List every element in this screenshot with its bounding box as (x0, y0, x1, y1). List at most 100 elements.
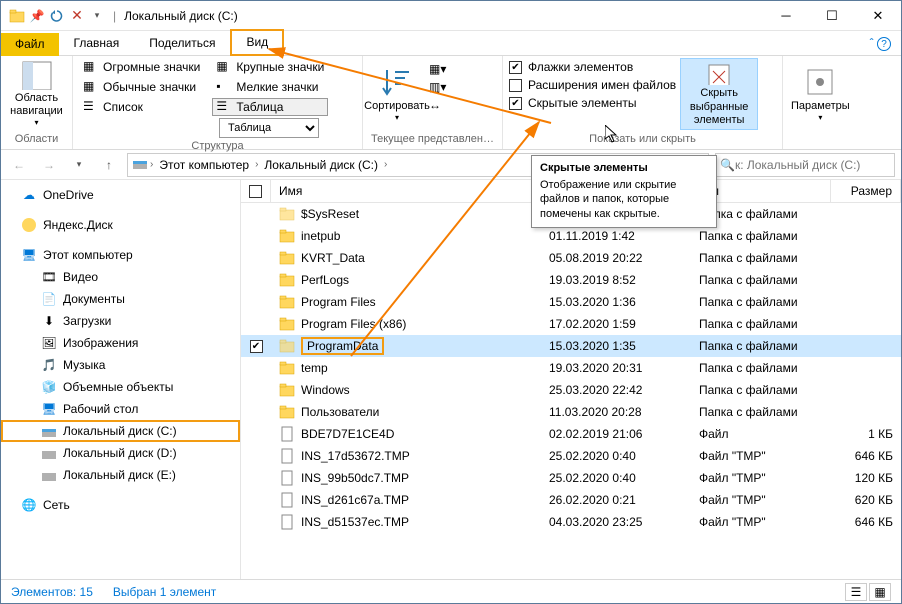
layout-details[interactable]: ☰Таблица (212, 98, 328, 116)
group-by-icon[interactable]: ▦▾ (429, 62, 446, 76)
close-button[interactable]: ✕ (855, 1, 901, 31)
file-date: 19.03.2020 20:31 (541, 359, 691, 377)
desktop-icon: 🖥 (41, 401, 57, 417)
icons-view-toggle[interactable]: ▦ (869, 583, 891, 601)
tab-file[interactable]: Файл (1, 33, 59, 56)
table-row[interactable]: temp 19.03.2020 20:31 Папка с файлами (241, 357, 901, 379)
tab-view[interactable]: Вид (230, 29, 284, 56)
recent-dropdown-icon[interactable]: ▾ (67, 153, 91, 177)
crumb-diskc[interactable]: Локальный диск (C:) (260, 156, 382, 174)
layout-list[interactable]: ☰Список (79, 98, 204, 116)
sidebar-desktop[interactable]: 🖥Рабочий стол (1, 398, 240, 420)
row-checkbox[interactable]: ✔ (250, 340, 263, 353)
details-icon: ☰ (216, 99, 232, 115)
disk-icon (132, 155, 148, 174)
table-row[interactable]: Пользователи 11.03.2020 20:28 Папка с фа… (241, 401, 901, 423)
details-view-toggle[interactable]: ☰ (845, 583, 867, 601)
minimize-button[interactable]: ─ (763, 1, 809, 31)
file-date: 26.02.2020 0:21 (541, 491, 691, 509)
sidebar-diske[interactable]: Локальный диск (E:) (1, 464, 240, 486)
sort-button[interactable]: Сортировать▾ (369, 58, 425, 130)
options-icon (804, 66, 836, 98)
file-type: Папка с файлами (691, 227, 831, 245)
table-row[interactable]: INS_d51537ec.TMP 04.03.2020 23:25 Файл "… (241, 511, 901, 533)
sidebar-diskc[interactable]: Локальный диск (C:) (1, 420, 240, 442)
table-row[interactable]: Program Files 15.03.2020 1:36 Папка с фа… (241, 291, 901, 313)
table-row[interactable]: inetpub 01.11.2019 1:42 Папка с файлами (241, 225, 901, 247)
search-box[interactable]: 🔍 (715, 153, 895, 177)
table-row[interactable]: INS_99b50dc7.TMP 25.02.2020 0:40 Файл "T… (241, 467, 901, 489)
navigation-pane-button[interactable]: Область навигации▾ (7, 58, 66, 130)
sidebar-documents[interactable]: 📄Документы (1, 288, 240, 310)
maximize-button[interactable]: ☐ (809, 1, 855, 31)
file-name: inetpub (301, 229, 340, 243)
layout-small[interactable]: ▪Мелкие значки (212, 78, 328, 96)
crumb-thispc[interactable]: Этот компьютер (155, 156, 253, 174)
file-name: Windows (301, 383, 350, 397)
table-row[interactable]: ✔ ProgramData 15.03.2020 1:35 Папка с фа… (241, 335, 901, 357)
file-name: INS_99b50dc7.TMP (301, 471, 409, 485)
hidden-items-toggle[interactable]: ✔Скрытые элементы (509, 96, 676, 110)
size-columns-icon[interactable]: ↔ (429, 98, 446, 112)
column-size[interactable]: Размер (831, 180, 901, 202)
sidebar-pictures[interactable]: 🖼Изображения (1, 332, 240, 354)
select-all-checkbox[interactable] (249, 185, 262, 198)
sidebar-onedrive[interactable]: ☁OneDrive (1, 184, 240, 206)
tab-share[interactable]: Поделиться (134, 31, 230, 56)
list-icon: ☰ (83, 99, 99, 115)
sidebar-thispc[interactable]: 🖥Этот компьютер (1, 244, 240, 266)
file-size (831, 322, 901, 326)
file-size (831, 234, 901, 238)
tab-home[interactable]: Главная (59, 31, 135, 56)
qat-delete-icon[interactable]: ✕ (69, 8, 85, 24)
yandex-disk-icon (21, 217, 37, 233)
layout-dropdown[interactable]: Таблица (219, 118, 319, 138)
sidebar-downloads[interactable]: ⬇Загрузки (1, 310, 240, 332)
sidebar-3dobjects[interactable]: 🧊Объемные объекты (1, 376, 240, 398)
file-icon (279, 492, 295, 508)
ribbon-collapse-icon[interactable]: ˆ ? (860, 32, 901, 56)
column-name[interactable]: Имя (271, 180, 541, 202)
sidebar-music[interactable]: 🎵Музыка (1, 354, 240, 376)
music-icon: 🎵 (41, 357, 57, 373)
table-row[interactable]: KVRT_Data 05.08.2019 20:22 Папка с файла… (241, 247, 901, 269)
file-name: INS_d51537ec.TMP (301, 515, 409, 529)
qat-dropdown-icon[interactable]: ▾ (89, 8, 105, 24)
file-type: Файл "TMP" (691, 513, 831, 531)
sidebar-diskd[interactable]: Локальный диск (D:) (1, 442, 240, 464)
table-row[interactable]: Program Files (x86) 17.02.2020 1:59 Папк… (241, 313, 901, 335)
file-name: Program Files (x86) (301, 317, 406, 331)
back-button[interactable]: ← (7, 153, 31, 177)
layout-huge[interactable]: ▦Огромные значки (79, 58, 204, 76)
up-button[interactable]: ↑ (97, 153, 121, 177)
table-row[interactable]: Windows 25.03.2020 22:42 Папка с файлами (241, 379, 901, 401)
search-input[interactable] (735, 158, 890, 172)
add-columns-icon[interactable]: ▥▾ (429, 80, 446, 94)
item-checkboxes-toggle[interactable]: ✔Флажки элементов (509, 60, 676, 74)
sidebar-videos[interactable]: 🎞Видео (1, 266, 240, 288)
pin-icon[interactable]: 📌 (29, 8, 45, 24)
layout-medium[interactable]: ▦Обычные значки (79, 78, 204, 96)
file-date: 05.08.2019 20:22 (541, 249, 691, 267)
options-button[interactable]: Параметры▾ (789, 58, 852, 130)
sidebar-network[interactable]: 🌐Сеть (1, 494, 240, 516)
item-count: Элементов: 15 (11, 585, 93, 599)
folder-icon (279, 338, 295, 354)
table-row[interactable]: PerfLogs 19.03.2019 8:52 Папка с файлами (241, 269, 901, 291)
huge-icons-icon: ▦ (83, 59, 99, 75)
file-size (831, 256, 901, 260)
hide-selected-button[interactable]: Скрыть выбранные элементы (680, 58, 758, 130)
file-type: Папка с файлами (691, 249, 831, 267)
selection-info: Выбран 1 элемент (113, 585, 216, 599)
file-extensions-toggle[interactable]: Расширения имен файлов (509, 78, 676, 92)
sidebar-yandex[interactable]: Яндекс.Диск (1, 214, 240, 236)
table-row[interactable]: INS_17d53672.TMP 25.02.2020 0:40 Файл "T… (241, 445, 901, 467)
qat-refresh-icon[interactable] (49, 8, 65, 24)
layout-large[interactable]: ▦Крупные значки (212, 58, 328, 76)
forward-button[interactable]: → (37, 153, 61, 177)
file-date: 25.02.2020 0:40 (541, 469, 691, 487)
table-row[interactable]: BDE7D7E1CE4D 02.02.2019 21:06 Файл 1 КБ (241, 423, 901, 445)
file-name: INS_d261c67a.TMP (301, 493, 409, 507)
disk-icon (41, 445, 57, 461)
table-row[interactable]: INS_d261c67a.TMP 26.02.2020 0:21 Файл "T… (241, 489, 901, 511)
